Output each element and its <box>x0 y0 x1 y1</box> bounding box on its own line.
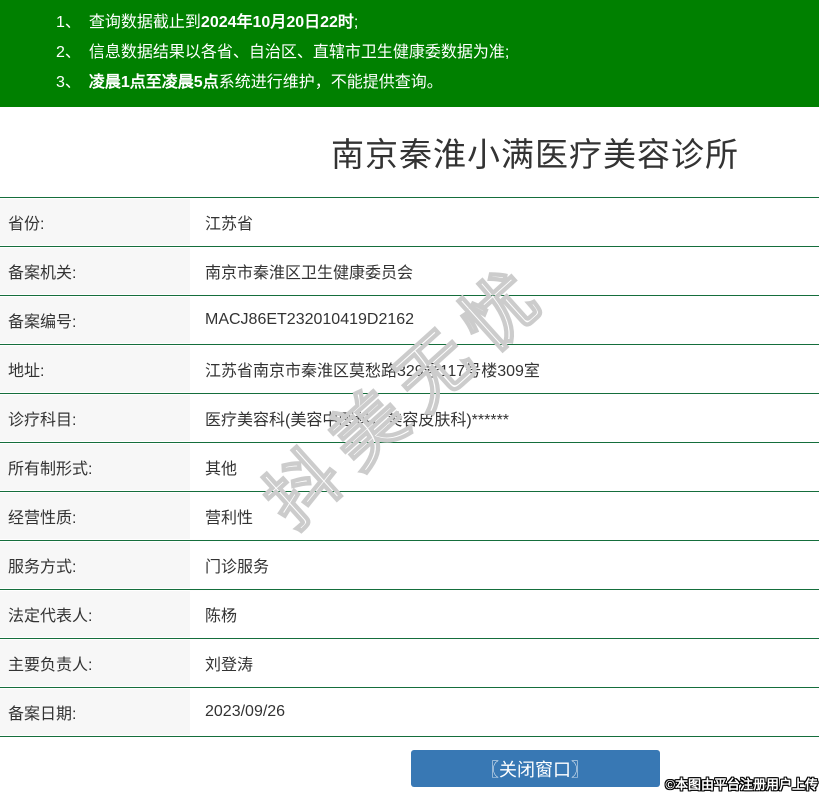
row-value: 江苏省 <box>205 216 254 233</box>
row-value: 刘登涛 <box>205 657 254 674</box>
notice-text-bold: 2024年10月20日22时 <box>200 14 354 31</box>
row-value: MACJ86ET232010419D2162 <box>205 311 415 328</box>
row-value: 江苏省南京市秦淮区莫愁路329号117号楼309室 <box>205 363 540 380</box>
row-principal: 主要负责人: 刘登涛 <box>0 639 819 688</box>
notice-text: ; <box>353 14 359 31</box>
row-value: 陈杨 <box>205 608 238 625</box>
row-registration-authority: 备案机关: 南京市秦淮区卫生健康委员会 <box>0 247 819 296</box>
row-label: 所有制形式: <box>0 444 190 490</box>
row-label: 备案编号: <box>0 297 190 343</box>
page-viewport: 1、 查询数据截止到2024年10月20日22时; 2、 信息数据结果以各省、自治区… <box>0 0 819 795</box>
record-table: 省份: 江苏省 备案机关: 南京市秦淮区卫生健康委员会 备案编号: MACJ86… <box>0 197 819 737</box>
notice-line-1: 1、 查询数据截止到2024年10月20日22时; <box>0 8 819 38</box>
row-filing-date: 备案日期: 2023/09/26 <box>0 688 819 737</box>
row-province: 省份: 江苏省 <box>0 198 819 247</box>
row-value: 营利性 <box>205 510 254 527</box>
row-value: 其他 <box>205 461 238 478</box>
notice-line-2: 2、 信息数据结果以各省、自治区、直辖市卫生健康委数据为准; <box>0 38 819 68</box>
row-label: 地址: <box>0 346 190 392</box>
notice-number: 2、 <box>56 44 81 61</box>
row-service-mode: 服务方式: 门诊服务 <box>0 541 819 590</box>
row-label: 备案日期: <box>0 689 190 735</box>
row-address: 地址: 江苏省南京市秦淮区莫愁路329号117号楼309室 <box>0 345 819 394</box>
page-title: 南京秦淮小满医疗美容诊所 <box>331 136 739 173</box>
row-ownership-type: 所有制形式: 其他 <box>0 443 819 492</box>
row-label: 法定代表人: <box>0 591 190 637</box>
row-label: 省份: <box>0 199 190 245</box>
row-value: 南京市秦淮区卫生健康委员会 <box>205 265 414 282</box>
notice-text: 系统进行维护，不能提供查询。 <box>218 74 443 91</box>
notice-text: 查询数据截止到 <box>88 14 201 31</box>
row-value: 2023/09/26 <box>205 703 286 720</box>
row-business-nature: 经营性质: 营利性 <box>0 492 819 541</box>
notice-text-bold: 凌晨1点至凌晨5点 <box>88 74 219 91</box>
page-content: 1、 查询数据截止到2024年10月20日22时; 2、 信息数据结果以各省、自治区… <box>0 0 819 787</box>
row-treatment-subjects: 诊疗科目: 医疗美容科(美容中医科，美容皮肤科)****** <box>0 394 819 443</box>
close-window-button[interactable]: 〖关闭窗口〗 <box>410 750 660 787</box>
row-label: 服务方式: <box>0 542 190 588</box>
uploader-attribution: ©本图由平台注册用户上传 <box>665 777 818 792</box>
row-label: 主要负责人: <box>0 640 190 686</box>
notice-number: 1、 <box>56 14 81 31</box>
notice-number: 3、 <box>56 74 81 91</box>
row-value: 医疗美容科(美容中医科，美容皮肤科)****** <box>205 412 510 429</box>
row-legal-representative: 法定代表人: 陈杨 <box>0 590 819 639</box>
notice-header: 1、 查询数据截止到2024年10月20日22时; 2、 信息数据结果以各省、自治区… <box>0 0 819 107</box>
row-registration-number: 备案编号: MACJ86ET232010419D2162 <box>0 296 819 345</box>
notice-text: 信息数据结果以各省、自治区、直辖市卫生健康委数据为准; <box>88 44 510 61</box>
row-label: 诊疗科目: <box>0 395 190 441</box>
row-label: 备案机关: <box>0 248 190 294</box>
row-value: 门诊服务 <box>205 559 270 576</box>
notice-line-3: 3、 凌晨1点至凌晨5点系统进行维护，不能提供查询。 <box>0 68 819 98</box>
row-label: 经营性质: <box>0 493 190 539</box>
